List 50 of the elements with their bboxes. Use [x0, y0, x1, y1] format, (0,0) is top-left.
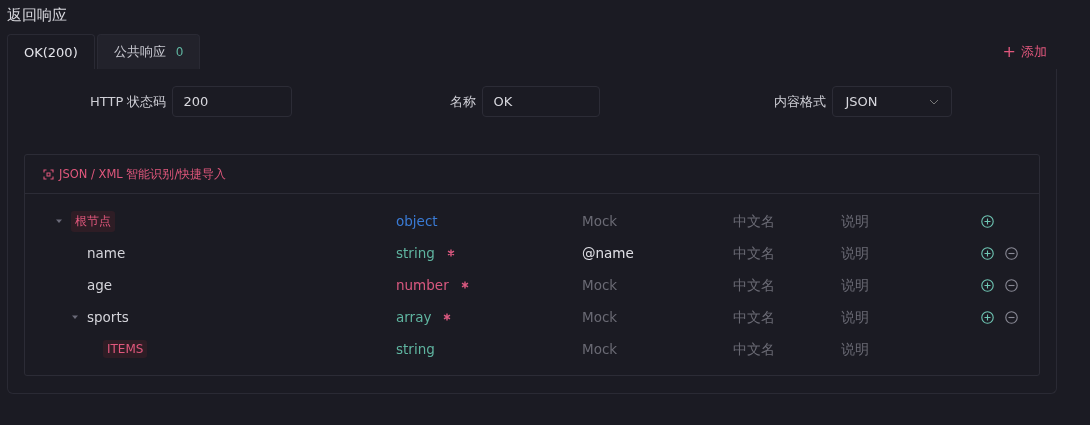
field-name: name	[87, 245, 126, 261]
required-asterisk-icon[interactable]	[460, 281, 469, 289]
caret-icon[interactable]	[55, 217, 63, 225]
add-button[interactable]: + 添加	[1002, 42, 1047, 61]
field-label: 内容格式	[774, 92, 827, 111]
items-tag: ITEMS	[103, 340, 148, 358]
required-asterisk-icon[interactable]	[446, 249, 455, 257]
title-field[interactable]: 中文名	[733, 209, 841, 233]
tab[interactable]: OK(200)	[7, 34, 95, 69]
description-field[interactable]: 说明	[841, 241, 981, 265]
description-field[interactable]: 说明	[841, 209, 981, 233]
field-name: sports	[87, 309, 129, 325]
add-icon[interactable]	[981, 278, 994, 292]
status-code-field[interactable]: 200	[172, 86, 293, 117]
description-field[interactable]: 说明	[841, 337, 981, 361]
response-name-field[interactable]: OK	[482, 86, 601, 117]
type-label[interactable]: number	[396, 277, 449, 293]
tab[interactable]: 公共响应 0	[96, 34, 201, 69]
type-label[interactable]: string	[396, 341, 435, 357]
type-label[interactable]: array	[396, 309, 432, 325]
field-name: age	[87, 277, 113, 293]
title-field[interactable]: 中文名	[733, 273, 841, 297]
format-dropdown[interactable]: JSON	[832, 86, 953, 117]
mock-field[interactable]: @name	[582, 241, 733, 265]
add-icon[interactable]	[981, 246, 994, 260]
mock-field[interactable]: Mock	[582, 305, 733, 329]
mock-field[interactable]: Mock	[582, 337, 733, 361]
add-icon[interactable]	[981, 214, 994, 228]
caret-icon[interactable]	[71, 313, 79, 321]
remove-icon[interactable]	[1005, 278, 1018, 292]
title-field[interactable]: 中文名	[733, 337, 841, 361]
remove-icon[interactable]	[1005, 310, 1018, 324]
scan-icon	[43, 168, 54, 180]
title-field[interactable]: 中文名	[733, 305, 841, 329]
description-field[interactable]: 说明	[841, 273, 981, 297]
mock-field[interactable]: Mock	[582, 273, 733, 297]
description-field[interactable]: 说明	[841, 305, 981, 329]
title-field[interactable]: 中文名	[733, 241, 841, 265]
add-icon[interactable]	[981, 310, 994, 324]
field-label: 名称	[450, 92, 477, 111]
import-button[interactable]: JSON / XML 智能识别/快捷导入	[43, 166, 227, 182]
section-title: 返回响应	[7, 5, 68, 26]
required-asterisk-icon[interactable]	[443, 313, 452, 321]
remove-icon[interactable]	[1005, 246, 1018, 260]
chevron-down-icon	[929, 98, 940, 105]
root-node-tag: 根节点	[71, 210, 115, 232]
type-label[interactable]: object	[396, 213, 438, 229]
field-label: HTTP 状态码	[90, 92, 167, 111]
mock-field[interactable]: Mock	[582, 209, 733, 233]
type-label[interactable]: string	[396, 245, 435, 261]
